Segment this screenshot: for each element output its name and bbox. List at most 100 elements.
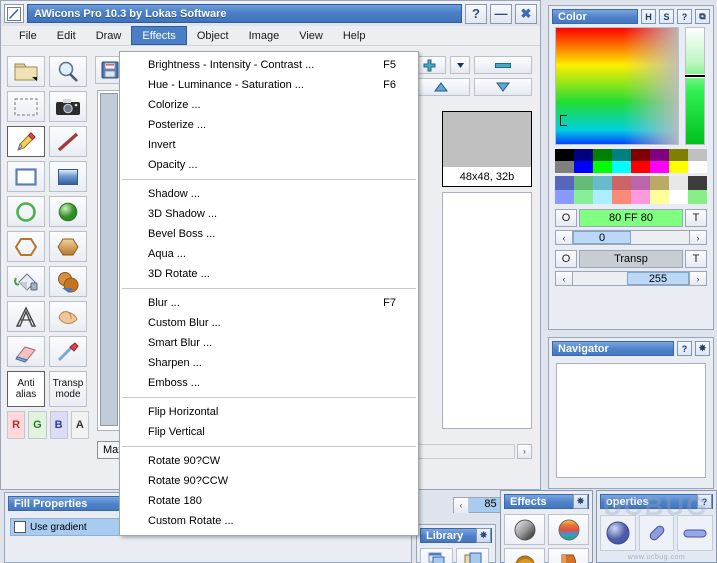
add-layer-dropdown[interactable]: [450, 56, 470, 74]
menu-item-sharpen[interactable]: Sharpen ...: [120, 353, 418, 373]
hue-mode-button[interactable]: H: [641, 9, 656, 24]
color-swatch[interactable]: [669, 176, 688, 190]
hue-saturation-field[interactable]: [555, 27, 679, 145]
color-swatch[interactable]: [669, 161, 688, 173]
color-swatch[interactable]: [688, 149, 707, 161]
background-alpha-slider[interactable]: ‹ 255 ›: [555, 271, 707, 286]
foreground-color-value[interactable]: 80 FF 80: [579, 209, 683, 227]
pin-icon[interactable]: ⧉: [695, 9, 710, 24]
menu-file[interactable]: File: [9, 26, 47, 45]
smudge-tool[interactable]: [49, 301, 87, 332]
remove-layer-button[interactable]: [474, 56, 532, 74]
foreground-alpha-slider[interactable]: ‹ 0 ›: [555, 230, 707, 245]
value-slider-marker[interactable]: [685, 74, 705, 79]
color-swatch[interactable]: [650, 190, 669, 204]
help-button[interactable]: ?: [465, 3, 487, 24]
menu-help[interactable]: Help: [333, 26, 376, 45]
menu-item-rotate-90-cw[interactable]: Rotate 90?CW: [120, 451, 418, 471]
slider-track[interactable]: 0: [573, 230, 689, 245]
menu-effects[interactable]: Effects: [131, 26, 187, 45]
menu-item-brightness-intensity-contrast[interactable]: Brightness - Intensity - Contrast ... F5: [120, 55, 418, 75]
sphere-shape[interactable]: [600, 515, 636, 551]
slider-value[interactable]: 255: [627, 272, 689, 285]
color-swatch[interactable]: [574, 149, 593, 161]
menu-item-rotate-90-ccw[interactable]: Rotate 90?CCW: [120, 471, 418, 491]
help-icon[interactable]: ?: [677, 341, 692, 356]
anti-alias-button[interactable]: Anti alias: [7, 371, 45, 407]
rectangle-tool[interactable]: [7, 161, 45, 192]
ribbon-effect[interactable]: [548, 548, 589, 563]
menu-view[interactable]: View: [289, 26, 333, 45]
filled-poly-tool[interactable]: [49, 231, 87, 262]
value-slider[interactable]: [685, 27, 705, 145]
layer-preview[interactable]: 48x48, 32b: [442, 111, 532, 187]
pin-icon[interactable]: ✵: [476, 528, 491, 543]
menu-item-invert[interactable]: Invert: [120, 135, 418, 155]
capsule-shape[interactable]: [677, 515, 714, 551]
move-layer-up-button[interactable]: [412, 78, 470, 96]
filled-rect-tool[interactable]: [49, 161, 87, 192]
color-swatch[interactable]: [555, 161, 574, 173]
color-swatch[interactable]: [631, 149, 650, 161]
channel-r-button[interactable]: R: [7, 411, 26, 439]
color-swatch[interactable]: [688, 190, 707, 204]
open-library-icon[interactable]: [456, 548, 489, 563]
move-layer-down-button[interactable]: [474, 78, 532, 96]
menu-draw[interactable]: Draw: [86, 26, 132, 45]
close-button[interactable]: ✖: [515, 3, 537, 24]
menu-item-3d-shadow[interactable]: 3D Shadow ...: [120, 204, 418, 224]
scroll-right-button[interactable]: ›: [517, 444, 532, 459]
menu-item-flip-vertical[interactable]: Flip Vertical: [120, 422, 418, 442]
paint-bucket-tool[interactable]: [7, 266, 45, 297]
color-swatch[interactable]: [612, 190, 631, 204]
eyedropper-tool[interactable]: [49, 336, 87, 367]
menu-item-3d-rotate[interactable]: 3D Rotate ...: [120, 264, 418, 284]
slider-increase-button[interactable]: ›: [689, 271, 707, 286]
opaque-button-fg[interactable]: O: [555, 209, 577, 227]
color-swatch[interactable]: [631, 190, 650, 204]
menu-edit[interactable]: Edit: [47, 26, 86, 45]
layer-list[interactable]: [442, 192, 532, 429]
menu-item-rotate-180[interactable]: Rotate 180: [120, 491, 418, 511]
navigator-canvas[interactable]: [556, 363, 706, 478]
menu-item-emboss[interactable]: Emboss ...: [120, 373, 418, 393]
menu-item-posterize[interactable]: Posterize ...: [120, 115, 418, 135]
gradient-fill-tool[interactable]: [49, 266, 87, 297]
slider-value[interactable]: 0: [573, 231, 631, 244]
help-icon[interactable]: ?: [677, 9, 692, 24]
new-document-icon[interactable]: [420, 548, 453, 563]
gold-seal-effect[interactable]: [504, 548, 545, 563]
filled-sphere-tool[interactable]: [49, 196, 87, 227]
pencil-tool[interactable]: [7, 126, 45, 157]
color-swatch[interactable]: [574, 176, 593, 190]
color-cursor[interactable]: [560, 115, 567, 126]
rainbow-ball-effect[interactable]: [548, 514, 589, 545]
use-gradient-checkbox[interactable]: Use gradient: [10, 518, 124, 536]
color-swatch[interactable]: [650, 161, 669, 173]
ellipse-tool[interactable]: [7, 196, 45, 227]
transp-mode-button[interactable]: Transp mode: [49, 371, 87, 407]
color-swatch[interactable]: [555, 176, 574, 190]
capture-tool[interactable]: [49, 91, 87, 122]
checkbox-icon[interactable]: [14, 521, 26, 533]
polygon-tool[interactable]: [7, 231, 45, 262]
text-tool[interactable]: [7, 301, 45, 332]
menu-item-colorize[interactable]: Colorize ...: [120, 95, 418, 115]
color-swatch[interactable]: [612, 149, 631, 161]
channel-b-button[interactable]: B: [49, 411, 68, 439]
effects-dropdown-menu[interactable]: Brightness - Intensity - Contrast ... F5 H…: [119, 51, 419, 536]
open-folder-tool[interactable]: [7, 56, 45, 87]
color-swatch[interactable]: [631, 161, 650, 173]
color-swatch[interactable]: [631, 176, 650, 190]
menu-item-aqua[interactable]: Aqua ...: [120, 244, 418, 264]
background-color-value[interactable]: Transp: [579, 250, 683, 268]
color-swatch[interactable]: [593, 149, 612, 161]
color-swatch[interactable]: [650, 176, 669, 190]
color-swatch[interactable]: [593, 161, 612, 173]
menu-item-shadow[interactable]: Shadow ...: [120, 184, 418, 204]
zoom-decrease-button[interactable]: ‹: [454, 497, 469, 513]
color-swatch[interactable]: [574, 161, 593, 173]
zoom-tool[interactable]: [49, 56, 87, 87]
canvas-vertical-scrollbar[interactable]: [97, 90, 121, 431]
scrollbar-thumb[interactable]: [100, 93, 118, 426]
